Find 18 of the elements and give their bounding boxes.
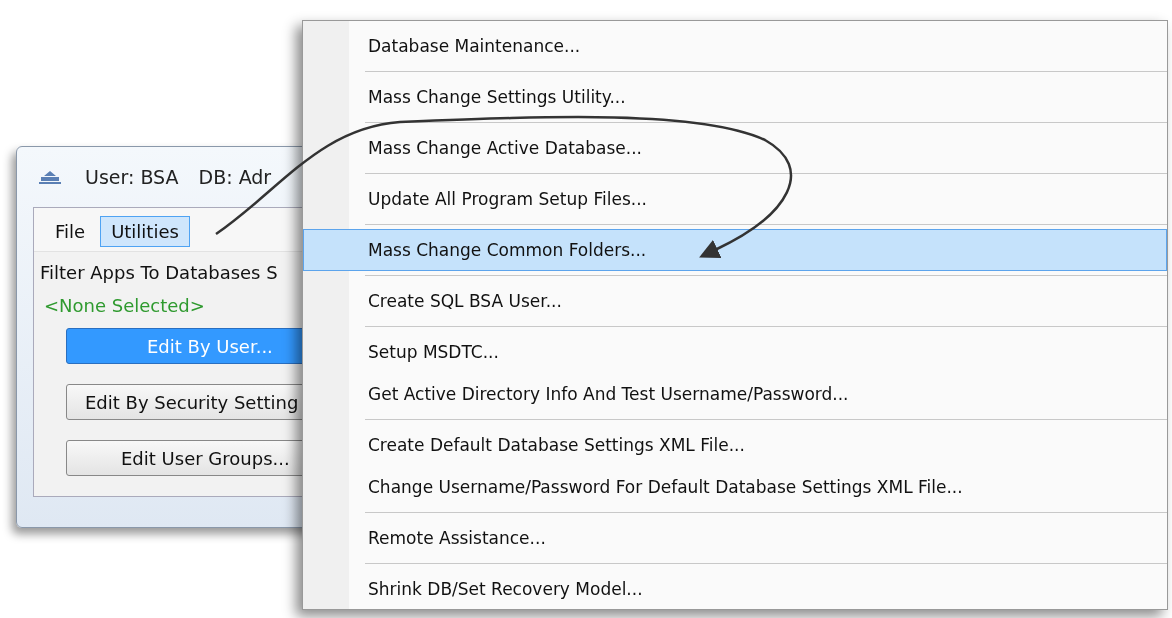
window-title-user: User: BSA [85, 166, 179, 188]
menu-item[interactable]: Mass Change Common Folders... [303, 229, 1167, 271]
menu-item[interactable]: Create SQL BSA User... [303, 280, 1167, 322]
menu-item[interactable]: Change Username/Password For Default Database Settings XML File... [303, 466, 1167, 508]
menu-item[interactable]: Setup MSDTC... [303, 331, 1167, 373]
menu-item[interactable]: Create Default Database Settings XML File... [303, 424, 1167, 466]
menu-item[interactable]: Shrink DB/Set Recovery Model... [303, 568, 1167, 609]
menu-item[interactable]: Get Active Directory Info And Test Username/Password... [303, 373, 1167, 415]
menu-item[interactable]: Database Maintenance... [303, 25, 1167, 67]
menu-item[interactable]: Mass Change Settings Utility... [303, 76, 1167, 118]
window-title-database: DB: Adr [198, 166, 272, 188]
filter-value: <None Selected> [44, 295, 206, 316]
menu-item[interactable]: Remote Assistance... [303, 517, 1167, 559]
menu-bar-item[interactable]: File [44, 216, 97, 247]
filter-label: Filter Apps To Databases S [40, 262, 279, 283]
menu-item[interactable]: Update All Program Setup Files... [303, 178, 1167, 220]
menu-bar-item[interactable]: Utilities [100, 216, 190, 247]
menu-item[interactable]: Mass Change Active Database... [303, 127, 1167, 169]
